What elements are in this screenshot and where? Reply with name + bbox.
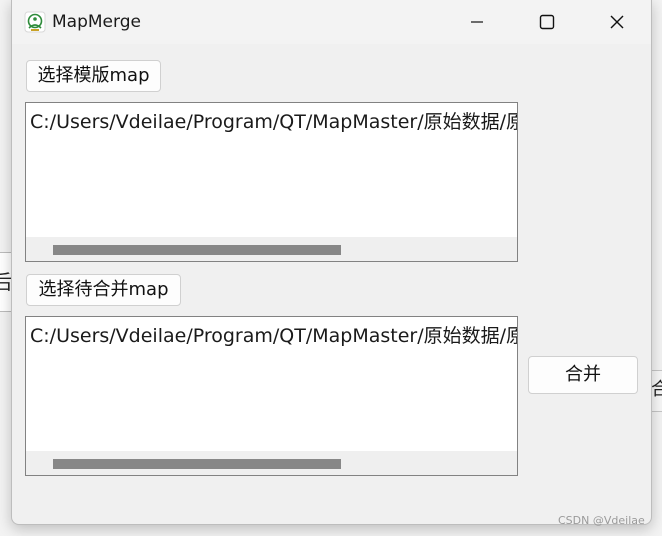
app-icon (24, 11, 46, 33)
close-icon (610, 15, 624, 29)
window-title: MapMerge (52, 12, 141, 32)
pending-horizontal-scrollbar[interactable] (26, 451, 517, 475)
merge-button[interactable]: 合并 (528, 356, 638, 394)
mapmerge-window: MapMerge 选择模版map C:/Users/Vdeilae/Progra… (11, 0, 652, 525)
select-template-map-button[interactable]: 选择模版map (26, 60, 161, 92)
template-horizontal-scrollbar[interactable] (26, 237, 517, 261)
template-scrollbar-thumb[interactable] (53, 245, 341, 255)
pending-scrollbar-thumb[interactable] (53, 459, 341, 469)
template-path-text: C:/Users/Vdeilae/Program/QT/MapMaster/原始… (30, 111, 518, 133)
select-pending-map-button[interactable]: 选择待合并map (26, 274, 181, 306)
close-button[interactable] (594, 0, 640, 44)
maximize-icon (539, 14, 555, 30)
background-fragment-right-text: 合 (651, 379, 662, 400)
minimize-icon (471, 21, 483, 23)
maximize-button[interactable] (524, 0, 570, 44)
pending-path-textbox[interactable]: C:/Users/Vdeilae/Program/QT/MapMaster/原始… (25, 316, 518, 476)
minimize-button[interactable] (454, 0, 500, 44)
title-bar[interactable]: MapMerge (12, 0, 651, 44)
template-path-textbox[interactable]: C:/Users/Vdeilae/Program/QT/MapMaster/原始… (25, 102, 518, 262)
pending-path-text: C:/Users/Vdeilae/Program/QT/MapMaster/原始… (30, 325, 518, 347)
csdn-watermark: CSDN @Vdeilae (558, 514, 645, 527)
